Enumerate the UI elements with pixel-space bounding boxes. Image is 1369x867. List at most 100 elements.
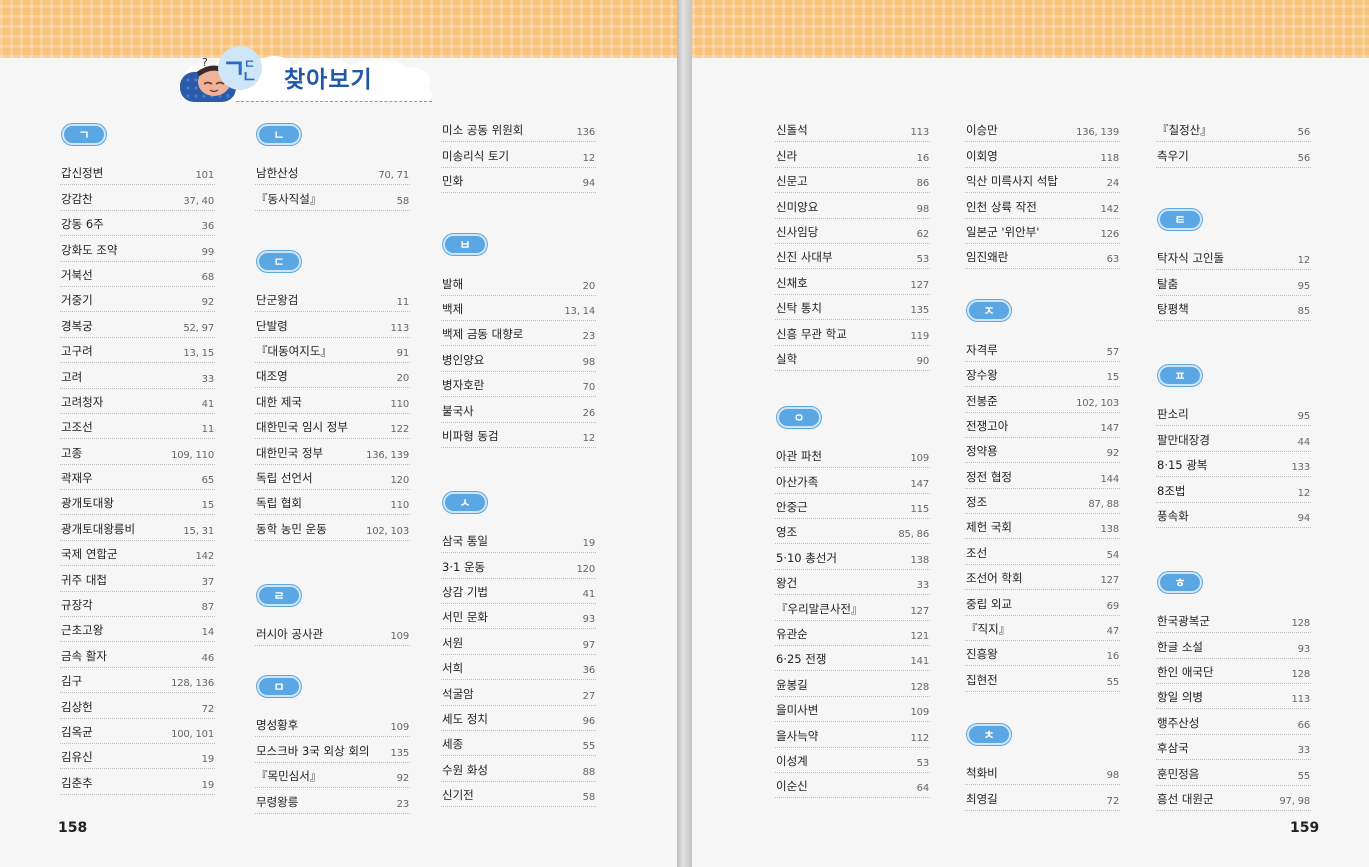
right-page: 신돌석 113 신라 16 신문고 86 신미양요 98 신사임당 62 신진 사대부 53… <box>692 0 1369 867</box>
index-entry: 판소리 95 <box>1156 401 1311 427</box>
index-entry: 독립 선언서 120 <box>255 465 410 490</box>
index-entry: 『대동여지도』 91 <box>255 338 410 363</box>
page-title: 찾아보기 <box>284 67 373 93</box>
index-entry: 광개토대왕 15 <box>60 490 215 516</box>
top-pattern-band <box>692 0 1369 58</box>
book-gutter <box>677 0 692 867</box>
index-entry: 갑신정변 101 <box>60 160 215 186</box>
index-group-ieung: ㅇ 아관 파천 109 아산가족 147 안중근 115 영조 85, 86 5·10 … <box>775 406 930 799</box>
index-entry: 병인양요 98 <box>441 346 596 372</box>
index-entry: 신채호 127 <box>775 269 930 295</box>
index-column-1: ㄱ 갑신정변 101 강감찬 37, 40 강동 6주 36 강화도 조약 99 거북선… <box>60 124 215 795</box>
index-group-ieung-cont: 이승만 136, 139 이회영 118 익산 미륵사지 석탑 24 인천 상륙 작전… <box>965 117 1120 270</box>
index-entry: 대한민국 임시 정부 122 <box>255 414 410 440</box>
index-group-nieun: ㄴ 남한산성 70, 71 『동사직설』 58 <box>255 124 410 211</box>
index-entry: 이성계 53 <box>775 748 930 773</box>
index-entry: 미송리식 토기 12 <box>441 142 596 168</box>
index-entry: 3·1 운동 120 <box>441 553 596 579</box>
index-entry: 귀주 대첩 37 <box>60 566 215 592</box>
index-column-2: ㄴ 남한산성 70, 71 『동사직설』 58 ㄷ 단군왕검 11 단발령 113 『대… <box>255 124 410 814</box>
index-entry: 탁자식 고인돌 12 <box>1156 245 1311 271</box>
index-entry: 신기전 58 <box>441 782 596 808</box>
index-entry: 아관 파천 109 <box>775 443 930 469</box>
index-group-pieup: ㅍ 판소리 95 팔만대장경 44 8·15 광복 133 8조법 12 풍속화 94 <box>1156 364 1311 528</box>
index-letter-badge: ㅈ <box>967 300 1011 322</box>
index-entry: 이회영 118 <box>965 142 1120 168</box>
index-entry: 탕평책 85 <box>1156 296 1311 321</box>
index-entry: 석굴암 27 <box>441 680 596 706</box>
index-entry: 고구려 13, 15 <box>60 338 215 364</box>
index-entry: 탈춤 95 <box>1156 270 1311 296</box>
index-entry: 고려청자 41 <box>60 389 215 414</box>
index-entry: 아산가족 147 <box>775 468 930 494</box>
index-entry: 신사임당 62 <box>775 219 930 244</box>
index-entry: 한글 소설 93 <box>1156 633 1311 659</box>
index-entry: 고종 109, 110 <box>60 439 215 465</box>
index-entry: 강동 6주 36 <box>60 211 215 237</box>
index-group-bieup: ㅂ 발해 20 백제 13, 14 백제 금동 대향로 23 병인양요 98 병자호란 7… <box>441 234 596 448</box>
index-column-4: 신돌석 113 신라 16 신문고 86 신미양요 98 신사임당 62 신진 사대부 53… <box>775 117 930 799</box>
index-entry: 명성황후 109 <box>255 712 410 738</box>
index-entry: 김유신 19 <box>60 744 215 770</box>
index-entry: 김구 128, 136 <box>60 668 215 694</box>
index-group-jieut: ㅈ 자격루 57 장수왕 15 전봉준 102, 103 전쟁고아 147 정약용 92 … <box>965 300 1120 692</box>
index-entry: 서원 97 <box>441 629 596 655</box>
index-entry: 유관순 121 <box>775 621 930 647</box>
index-entry: 병자호란 70 <box>441 372 596 398</box>
index-entry: 단발령 113 <box>255 312 410 338</box>
index-entry: 6·25 전쟁 141 <box>775 646 930 672</box>
index-entry: 고조선 11 <box>60 414 215 440</box>
index-entry: 익산 미륵사지 석탑 24 <box>965 168 1120 194</box>
index-entry: 을사늑약 112 <box>775 722 930 748</box>
index-entry: 백제 금동 대향로 23 <box>441 321 596 347</box>
index-entry: 팔만대장경 44 <box>1156 426 1311 452</box>
index-entry: 『동사직설』 58 <box>255 185 410 211</box>
index-entry: 흥선 대원군 97, 98 <box>1156 786 1311 812</box>
title-divider <box>236 101 432 102</box>
index-entry: 경복궁 52, 97 <box>60 312 215 338</box>
index-entry: 임진왜란 63 <box>965 244 1120 270</box>
index-entry: 규장각 87 <box>60 592 215 618</box>
index-entry: 고려 33 <box>60 363 215 389</box>
index-entry: 서민 문화 93 <box>441 604 596 630</box>
index-entry: 모스크바 3국 외상 회의 135 <box>255 737 410 763</box>
svg-text:?: ? <box>202 56 208 69</box>
index-column-5: 이승만 136, 139 이회영 118 익산 미륵사지 석탑 24 인천 상륙 작전… <box>965 117 1120 811</box>
index-entry: 이승만 136, 139 <box>965 117 1120 143</box>
index-entry: 김춘추 19 <box>60 769 215 795</box>
index-entry: 전쟁고아 147 <box>965 413 1120 438</box>
index-entry: 대한민국 정부 136, 139 <box>255 439 410 465</box>
index-group-digeut: ㄷ 단군왕검 11 단발령 113 『대동여지도』 91 대조영 20 대한 제국 110… <box>255 250 410 541</box>
index-entry: 풍속화 94 <box>1156 503 1311 528</box>
index-entry: 8·15 광복 133 <box>1156 452 1311 478</box>
index-entry: 비파형 동검 12 <box>441 423 596 448</box>
index-entry: 세도 정치 96 <box>441 706 596 732</box>
index-entry: 세종 55 <box>441 731 596 757</box>
index-entry: 『칠정산』 56 <box>1156 117 1311 143</box>
index-entry: 국제 연합군 142 <box>60 541 215 567</box>
index-entry: 척화비 98 <box>965 760 1120 786</box>
index-group-siot: ㅅ 삼국 통일 19 3·1 운동 120 상감 기법 41 서민 문화 93 서원 97… <box>441 491 596 808</box>
index-entry: 조선어 학회 127 <box>965 565 1120 591</box>
index-entry: 윤봉길 128 <box>775 671 930 697</box>
index-entry: 금속 활자 46 <box>60 642 215 668</box>
index-entry: 수원 화성 88 <box>441 756 596 782</box>
index-letter-badge: ㅇ <box>777 406 821 428</box>
index-letter-badge: ㅎ <box>1158 571 1202 593</box>
index-entry: 장수왕 15 <box>965 362 1120 388</box>
index-entry: 신라 16 <box>775 142 930 168</box>
index-letter-badge: ㅊ <box>967 723 1011 745</box>
index-entry: 신미양요 98 <box>775 193 930 219</box>
index-group-siot-cont: 신돌석 113 신라 16 신문고 86 신미양요 98 신사임당 62 신진 사대부 53… <box>775 117 930 371</box>
index-group-tieut: ㅌ 탁자식 고인돌 12 탈춤 95 탕평책 85 <box>1156 208 1311 321</box>
index-entry: 항일 의병 113 <box>1156 684 1311 710</box>
index-letter-badge: ㄹ <box>257 584 301 606</box>
index-entry: 거중기 92 <box>60 287 215 313</box>
index-entry: 대한 제국 110 <box>255 388 410 414</box>
index-entry: 『목민심서』 92 <box>255 763 410 789</box>
index-entry: 남한산성 70, 71 <box>255 160 410 186</box>
index-entry: 발해 20 <box>441 270 596 296</box>
index-entry: 신흥 무관 학교 119 <box>775 320 930 346</box>
index-entry: 최영길 72 <box>965 785 1120 811</box>
index-letter-badge: ㄴ <box>257 124 301 145</box>
